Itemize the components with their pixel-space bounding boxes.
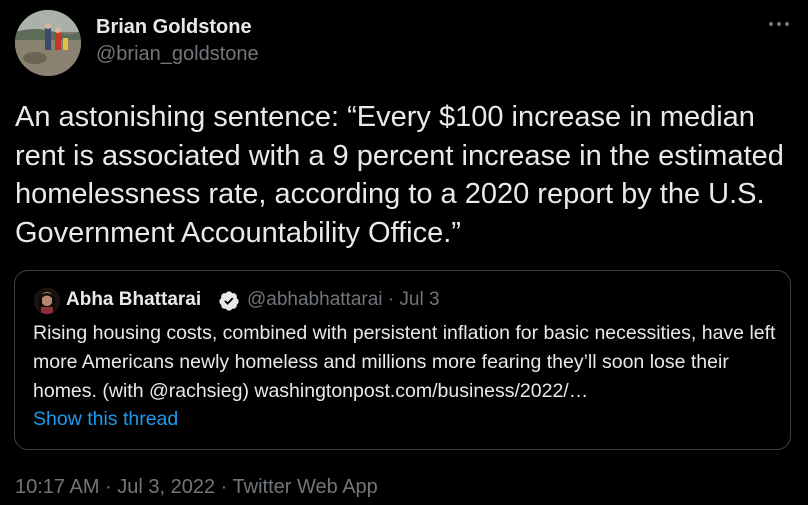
tweet-text: An astonishing sentence: “Every $100 inc… bbox=[15, 101, 784, 249]
author-avatar[interactable] bbox=[15, 10, 81, 76]
author-handle[interactable]: @brian_goldstone bbox=[96, 43, 259, 66]
verified-badge-icon bbox=[219, 291, 239, 311]
show-thread-link[interactable]: Show this thread bbox=[33, 408, 178, 431]
tweet-timestamp[interactable]: 10:17 AM · Jul 3, 2022 · Twitter Web App bbox=[15, 476, 378, 499]
author-name[interactable]: Brian Goldstone bbox=[96, 16, 252, 39]
more-icon bbox=[769, 22, 789, 26]
more-options-button[interactable] bbox=[764, 12, 794, 36]
quoted-author-avatar bbox=[34, 288, 60, 314]
quoted-tweet-text: Rising housing costs, combined with pers… bbox=[33, 322, 776, 402]
quoted-handle-date: @abhabhattarai · Jul 3 bbox=[247, 289, 440, 310]
quoted-author-name: Abha Bhattarai bbox=[66, 289, 202, 310]
quoted-tweet-card[interactable]: Abha Bhattarai @abhabhattarai · Jul 3 Ri… bbox=[14, 270, 791, 450]
